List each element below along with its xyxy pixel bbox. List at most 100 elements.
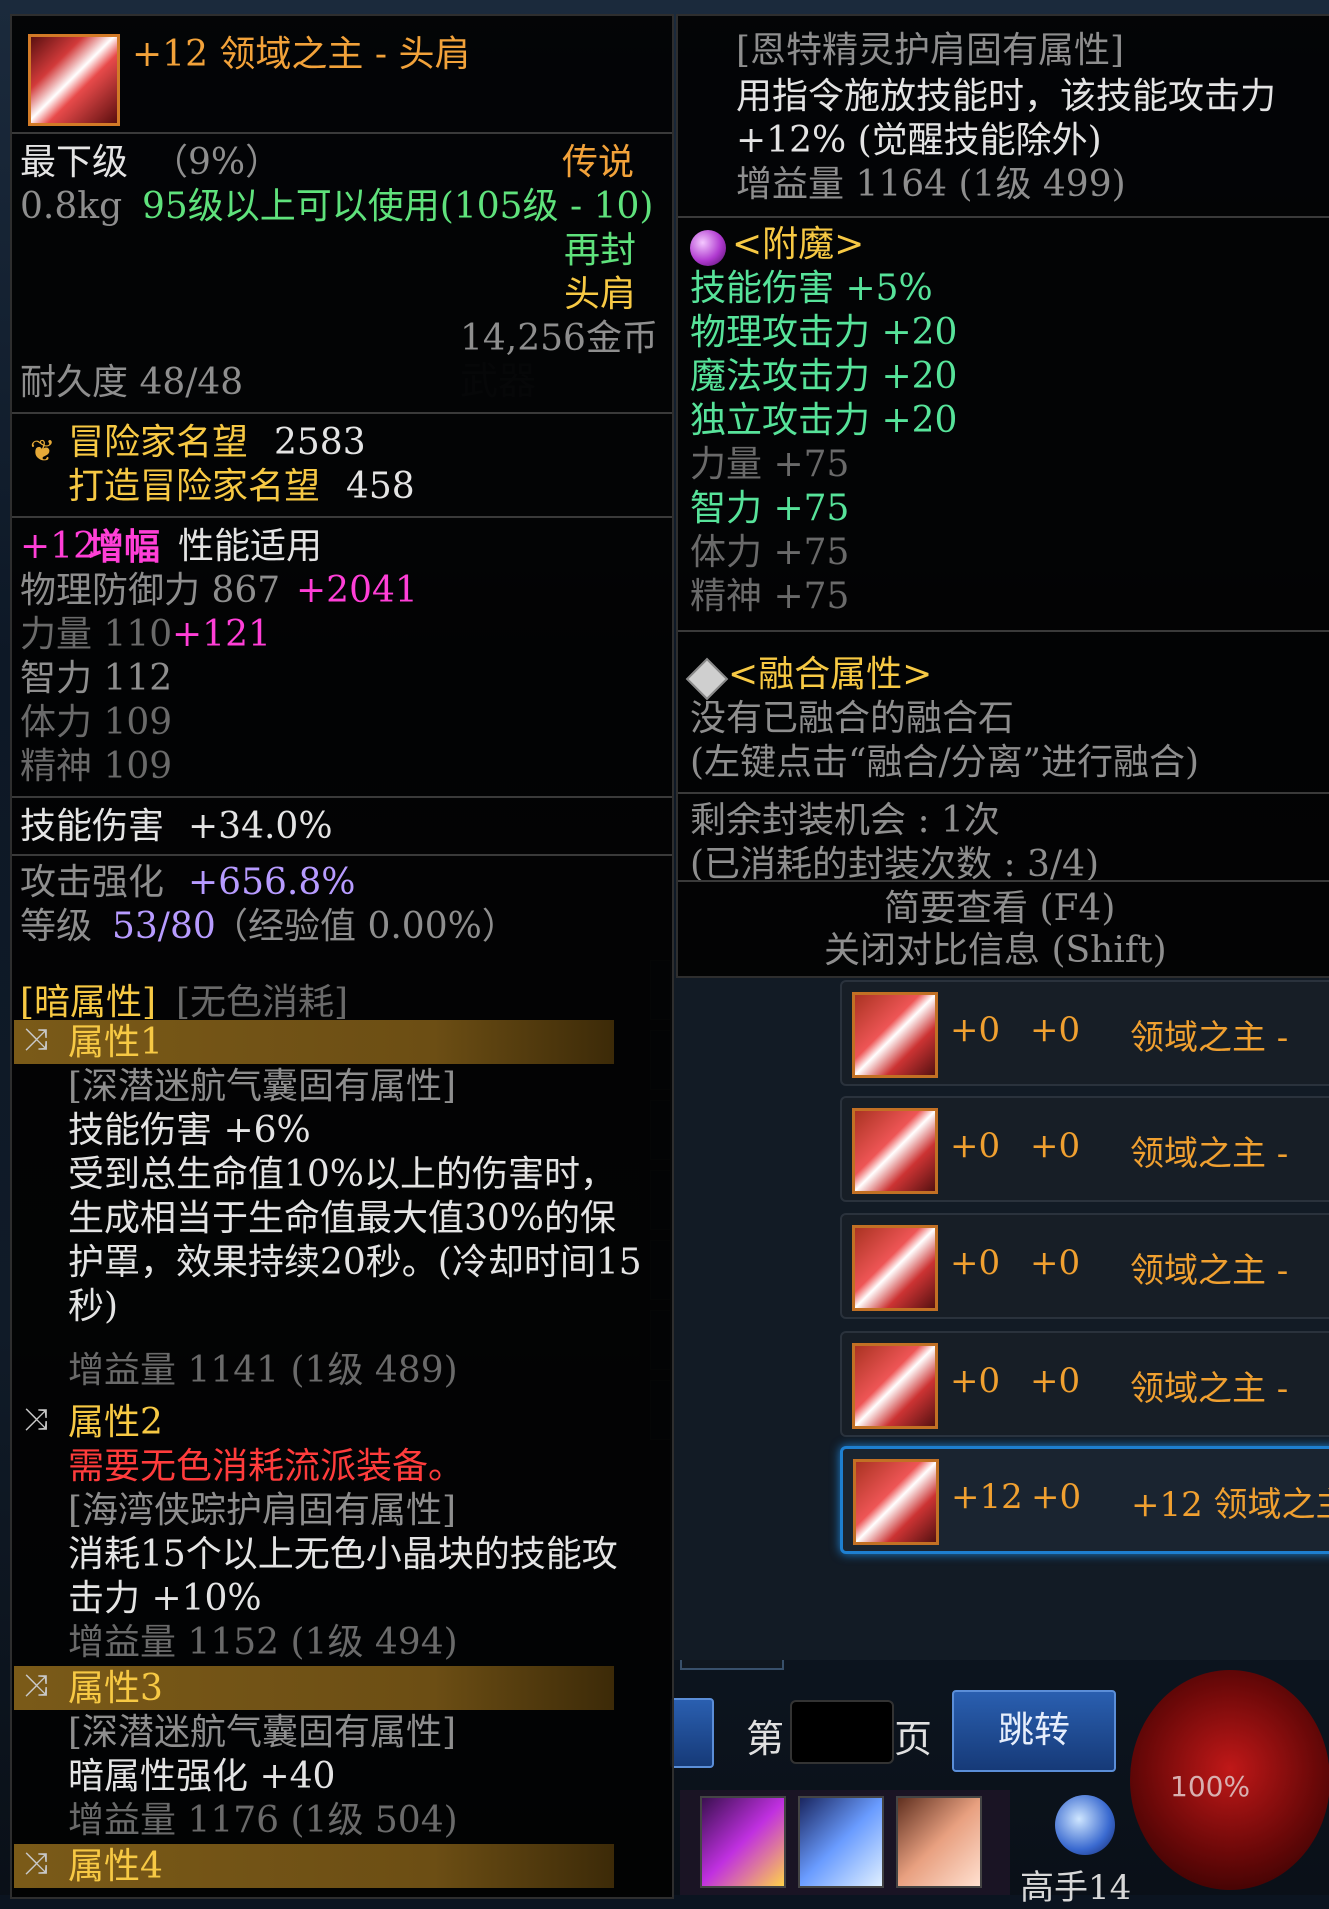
enchant-line: 智力 +75 — [690, 488, 850, 529]
divider — [678, 216, 1329, 218]
jump-button[interactable]: 跳转 — [952, 1690, 1116, 1772]
attr-line: 秒) — [68, 1286, 119, 1327]
seal-remaining: 剩余封装机会 : 1次 — [690, 800, 1000, 841]
item-icon — [28, 34, 120, 126]
fusion-diamond-icon — [685, 657, 729, 701]
attr-gain: 增益量 1176 (1级 504) — [68, 1800, 458, 1841]
compare-gain: 增益量 1164 (1级 499) — [736, 164, 1126, 205]
result-row[interactable]: +0 +0 领域之主 - — [840, 1213, 1329, 1319]
enchant-line: 精神 +75 — [690, 576, 850, 617]
divider — [12, 132, 672, 134]
craft-fame-value: 458 — [346, 466, 415, 507]
fame-value: 2583 — [274, 422, 366, 463]
stat-label: 力量 110 — [20, 614, 173, 655]
channel-label[interactable]: 高手14 — [1020, 1860, 1131, 1909]
item-durability: 耐久度 48/48 — [20, 362, 244, 403]
brief-view-hint[interactable]: 简要查看 (F4) — [884, 888, 1115, 930]
row-amp: +0 — [1030, 1010, 1081, 1050]
item-icon — [852, 1343, 938, 1429]
item-grade: 最下级 — [20, 142, 129, 183]
attr-name: 属性1 — [68, 1022, 163, 1063]
shuffle-icon: ⤨ — [24, 1402, 48, 1437]
item-price: 14,256金币 — [460, 318, 658, 359]
atk-value: +656.8% — [188, 862, 356, 903]
fusion-title: <融合属性> — [728, 654, 933, 695]
compare-tooltip: [恩特精灵护肩固有属性] 用指令施放技能时，该技能攻击力 +12% (觉醒技能除… — [676, 14, 1329, 978]
stat-label: 体力 109 — [20, 702, 173, 743]
attr-requirement: 需要无色消耗流派装备。 — [68, 1446, 465, 1487]
item-grade-pct: （9%） — [152, 142, 282, 183]
shuffle-icon: ⤨ — [24, 1022, 48, 1057]
item-rarity: 传说 — [562, 142, 635, 183]
row-name: +12 领域之主 — [1131, 1485, 1329, 1525]
compare-source: [恩特精灵护肩固有属性] — [736, 30, 1125, 71]
stat-bonus: +2041 — [296, 570, 418, 611]
attr-name: 属性4 — [68, 1846, 163, 1887]
attr-line: 技能伤害 +6% — [68, 1110, 311, 1151]
amp-suffix: 性能适用 — [178, 526, 323, 567]
skill-dmg-label: 技能伤害 — [20, 806, 165, 847]
fame-label: 冒险家名望 — [68, 422, 249, 463]
divider — [12, 516, 672, 518]
attr-gain: 增益量 1152 (1级 494) — [68, 1622, 458, 1663]
row-name: 领域之主 - — [1130, 1018, 1289, 1058]
item-slot: 头肩 — [564, 274, 637, 315]
result-row[interactable]: +0 +0 领域之主 - — [840, 1096, 1329, 1202]
item-icon — [853, 1459, 939, 1545]
close-compare-hint[interactable]: 关闭对比信息 (Shift) — [824, 930, 1167, 972]
row-name: 领域之主 - — [1130, 1369, 1289, 1409]
exp-text: （经验值 0.00%） — [212, 906, 518, 947]
shuffle-icon: ⤨ — [24, 1668, 48, 1703]
result-row[interactable]: +0 +0 领域之主 - — [840, 1331, 1329, 1437]
compare-line: 用指令施放技能时，该技能攻击力 — [736, 76, 1277, 117]
divider — [678, 880, 1329, 882]
row-amp: +0 — [1030, 1243, 1081, 1283]
hotbar — [680, 1790, 1010, 1895]
attr-line: 生成相当于生命值最大值30%的保 — [68, 1198, 617, 1239]
item-tooltip: +12 领域之主 - 头肩 最下级 （9%） 传说 0.8kg 95级以上可以使… — [10, 14, 674, 1899]
page-input[interactable] — [790, 1700, 894, 1764]
row-upgrade: +0 — [950, 1126, 1001, 1166]
attr-source: [海湾侠踪护肩固有属性] — [68, 1490, 457, 1531]
divider — [678, 792, 1329, 794]
enchant-orb-icon — [690, 230, 726, 266]
attr-line: 击力 +10% — [68, 1578, 262, 1619]
level-value: 53/80 — [112, 906, 216, 947]
attr-source: [深潜迷航气囊固有属性] — [68, 1712, 457, 1753]
enchant-line: 力量 +75 — [690, 444, 850, 485]
row-amp: +0 — [1030, 1361, 1081, 1401]
skill-dmg-value: +34.0% — [188, 806, 333, 847]
result-row-selected[interactable]: +12 +0 +12 领域之主 — [840, 1446, 1329, 1554]
stat-label: 智力 112 — [20, 658, 173, 699]
item-icon — [852, 1108, 938, 1194]
enchant-line: 物理攻击力 +20 — [690, 312, 958, 353]
dark-attr-tag: [暗属性] — [20, 982, 157, 1023]
prev-page-button[interactable] — [670, 1698, 714, 1768]
attr-line: 护罩，效果持续20秒。(冷却时间15 — [68, 1242, 642, 1283]
craft-fame-label: 打造冒险家名望 — [68, 466, 321, 507]
fusion-line: (左键点击“融合/分离”进行融合) — [690, 742, 1200, 783]
attr-line: 暗属性强化 +40 — [68, 1756, 336, 1797]
page-suffix: 页 — [894, 1717, 933, 1761]
row-upgrade: +0 — [950, 1243, 1001, 1283]
divider — [12, 854, 672, 856]
row-upgrade: +0 — [950, 1361, 1001, 1401]
row-name: 领域之主 - — [1130, 1134, 1289, 1174]
enchant-line: 技能伤害 +5% — [690, 268, 933, 309]
result-row[interactable]: +0 +0 领域之主 - — [840, 980, 1329, 1086]
item-icon — [852, 992, 938, 1078]
row-name: 领域之主 - — [1130, 1251, 1289, 1291]
item-reseal: 再封 — [564, 230, 637, 271]
item-title: +12 领域之主 - 头肩 — [132, 34, 471, 75]
hotbar-slot[interactable] — [798, 1796, 884, 1888]
hotbar-slot[interactable] — [896, 1796, 982, 1888]
hotbar-slot[interactable] — [700, 1796, 786, 1888]
hp-orb-percent: 100% — [1170, 1770, 1251, 1803]
shuffle-icon: ⤨ — [24, 1846, 48, 1881]
item-level-req: 95级以上可以使用(105级 - 10) — [142, 186, 654, 227]
attr-name: 属性3 — [68, 1668, 163, 1709]
gem-icon — [1055, 1795, 1115, 1855]
fusion-line: 没有已融合的融合石 — [690, 698, 1015, 739]
attr-line: 受到总生命值10%以上的伤害时， — [68, 1154, 617, 1195]
stat-bonus: +121 — [172, 614, 271, 655]
